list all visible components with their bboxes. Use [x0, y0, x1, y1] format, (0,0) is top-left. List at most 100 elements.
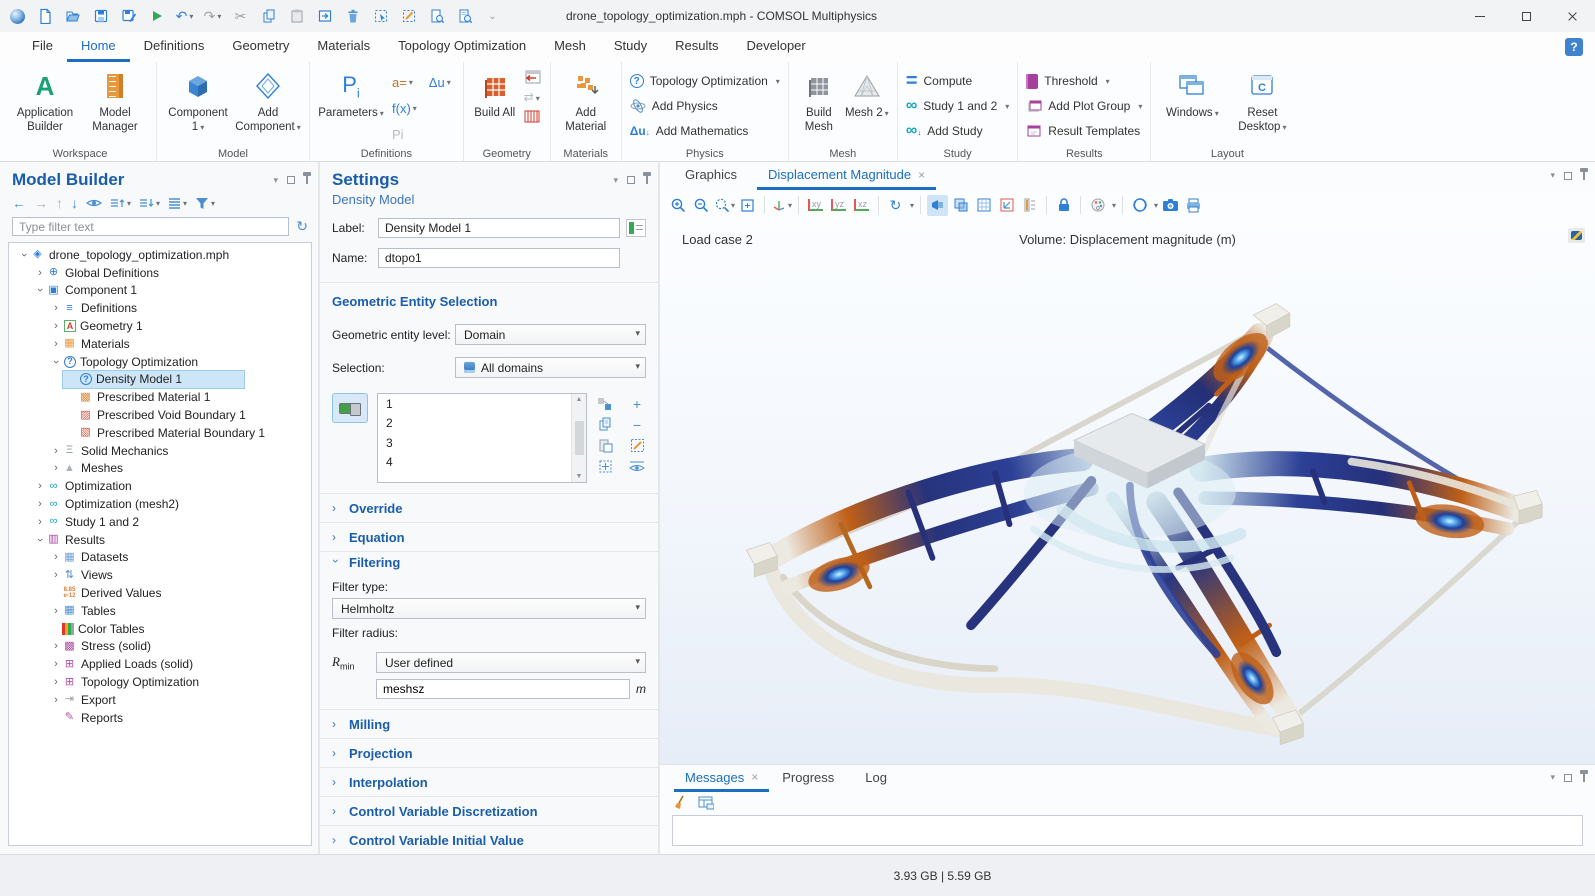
zoom-extents-icon[interactable]: [737, 195, 758, 216]
add-study-button[interactable]: ∞↓ Add Study: [906, 120, 1009, 142]
view-xz-icon[interactable]: xz: [851, 195, 872, 216]
settings-section-header[interactable]: › Projection: [320, 738, 658, 767]
tree-item[interactable]: ? Density Model 1: [63, 371, 244, 389]
paste-icon[interactable]: [288, 8, 305, 25]
zoom-out-icon[interactable]: [691, 195, 712, 216]
tree-item[interactable]: ✎ Reports: [47, 709, 228, 727]
zoom-to-selection-icon[interactable]: [596, 458, 614, 475]
expand-arrow-icon[interactable]: ›: [50, 356, 62, 368]
selection-list[interactable]: 1234 ▲▼: [377, 393, 587, 483]
cut-icon[interactable]: ✂: [232, 8, 249, 25]
forward-icon[interactable]: →: [34, 195, 48, 211]
settings-section-header[interactable]: › Equation: [320, 522, 658, 551]
expand-all-icon[interactable]: ▾: [139, 197, 160, 209]
clear-selection-icon[interactable]: [628, 437, 646, 454]
copy-icon[interactable]: [260, 8, 277, 25]
toolbar-overflow-icon[interactable]: ⌄: [484, 8, 501, 25]
expand-arrow-icon[interactable]: ›: [34, 534, 46, 546]
pin-panel-icon[interactable]: [1583, 774, 1585, 782]
ribbon-tab[interactable]: Topology Optimization: [384, 32, 540, 62]
rotate-view-icon[interactable]: ↻: [885, 195, 906, 216]
selection-list-item[interactable]: 1: [378, 394, 586, 414]
expand-arrow-icon[interactable]: ›: [34, 498, 46, 510]
entity-level-dropdown[interactable]: Domain: [455, 324, 646, 345]
run-icon[interactable]: [148, 8, 165, 25]
tree-item[interactable]: › ? Topology Optimization: [47, 353, 228, 371]
close-tab-icon[interactable]: ×: [918, 168, 925, 182]
filter-radius-input[interactable]: [376, 679, 630, 699]
messages-tab[interactable]: Messages×: [674, 765, 769, 792]
environment-icon[interactable]: [1129, 195, 1150, 216]
tree-item[interactable]: ▨ Prescribed Void Boundary 1: [63, 406, 257, 424]
expand-arrow-icon[interactable]: ›: [50, 605, 62, 617]
zoom-box-icon[interactable]: ▾: [714, 195, 735, 216]
ribbon-tab[interactable]: Materials: [303, 32, 384, 62]
float-panel-icon[interactable]: [1564, 774, 1572, 782]
label-input[interactable]: [378, 218, 620, 238]
tree-item[interactable]: ▩ Prescribed Material 1: [63, 388, 244, 406]
rename-icon[interactable]: [626, 219, 646, 237]
expand-arrow-icon[interactable]: ›: [50, 551, 62, 563]
print-icon[interactable]: [1183, 195, 1204, 216]
float-panel-icon[interactable]: [627, 176, 635, 184]
app-logo-icon[interactable]: [10, 9, 25, 24]
add-physics-button[interactable]: Add Physics: [630, 95, 780, 117]
refresh-icon[interactable]: ↻: [296, 218, 308, 235]
messages-output[interactable]: [672, 815, 1583, 846]
show-selection-icon[interactable]: [628, 458, 646, 475]
tree-item[interactable]: › ▥ Results: [31, 531, 212, 549]
scroll-down-icon[interactable]: ▼: [576, 473, 583, 480]
tree-item[interactable]: › A Geometry 1: [47, 317, 228, 335]
tree-item[interactable]: › ⊕ Global Definitions: [31, 264, 212, 282]
add-material-button[interactable]: Add Material: [559, 65, 613, 135]
tree-item[interactable]: › ▣ Component 1: [31, 282, 212, 300]
find-in-model-icon[interactable]: [456, 8, 473, 25]
study-1-and-2-button[interactable]: ∞ Study 1 and 2▾: [906, 95, 1009, 117]
tree-item[interactable]: › ◈ drone_topology_optimization.mph: [15, 246, 240, 264]
settings-section-header[interactable]: › Milling: [320, 709, 658, 738]
pin-panel-icon[interactable]: [646, 176, 648, 184]
create-selection-icon[interactable]: [596, 395, 614, 412]
expand-arrow-icon[interactable]: ›: [34, 480, 46, 492]
ribbon-tab[interactable]: Study: [600, 32, 661, 62]
variables-button[interactable]: a=▾: [392, 69, 417, 95]
undo-icon[interactable]: ↶▾: [176, 8, 193, 25]
work-plane-icon[interactable]: [523, 109, 541, 124]
collapse-all-icon[interactable]: ▾: [110, 197, 131, 209]
move-down-icon[interactable]: ↓: [71, 195, 78, 211]
tree-item[interactable]: › ▦ Datasets: [47, 549, 228, 567]
graphics-canvas[interactable]: Load case 2 Volume: Displacement magnitu…: [660, 220, 1595, 764]
copy-selection-icon[interactable]: [596, 416, 614, 433]
ribbon-tab[interactable]: Results: [661, 32, 732, 62]
filter-icon[interactable]: ▾: [195, 197, 215, 210]
selection-dropdown[interactable]: All domains: [455, 357, 646, 378]
lock-icon[interactable]: [1053, 195, 1074, 216]
expand-arrow-icon[interactable]: ›: [50, 338, 62, 350]
open-file-icon[interactable]: [64, 8, 81, 25]
panel-menu-icon[interactable]: ▾: [273, 175, 278, 186]
expand-arrow-icon[interactable]: ›: [50, 694, 62, 706]
show-axis-icon[interactable]: [996, 195, 1017, 216]
color-legend-icon[interactable]: [1019, 195, 1040, 216]
clear-messages-icon[interactable]: [674, 795, 688, 810]
color-theme-icon[interactable]: [1087, 195, 1108, 216]
close-button[interactable]: [1549, 0, 1595, 32]
tree-item[interactable]: › ⊞ Topology Optimization: [47, 673, 228, 691]
view-xy-icon[interactable]: xy: [805, 195, 826, 216]
tree-item[interactable]: › ▩ Stress (solid): [47, 638, 228, 656]
build-all-button[interactable]: Build All: [472, 65, 518, 120]
tree-item[interactable]: 8.85e-12 Derived Values: [47, 584, 228, 602]
find-icon[interactable]: [428, 8, 445, 25]
pin-panel-icon[interactable]: [1583, 172, 1585, 180]
settings-section-header[interactable]: › Control Variable Discretization: [320, 796, 658, 825]
tree-filter-input[interactable]: [12, 217, 289, 236]
expand-arrow-icon[interactable]: ›: [34, 267, 46, 279]
active-toggle-button[interactable]: [332, 393, 368, 423]
tree-item[interactable]: › ∞ Study 1 and 2: [31, 513, 212, 531]
expand-arrow-icon[interactable]: ›: [50, 445, 62, 457]
tree-item[interactable]: › Ξ Solid Mechanics: [47, 442, 228, 460]
reset-desktop-button[interactable]: C Reset Desktop▾: [1229, 65, 1295, 135]
show-icon[interactable]: [86, 197, 102, 209]
float-panel-icon[interactable]: [287, 176, 295, 184]
select-node-icon[interactable]: [372, 8, 389, 25]
